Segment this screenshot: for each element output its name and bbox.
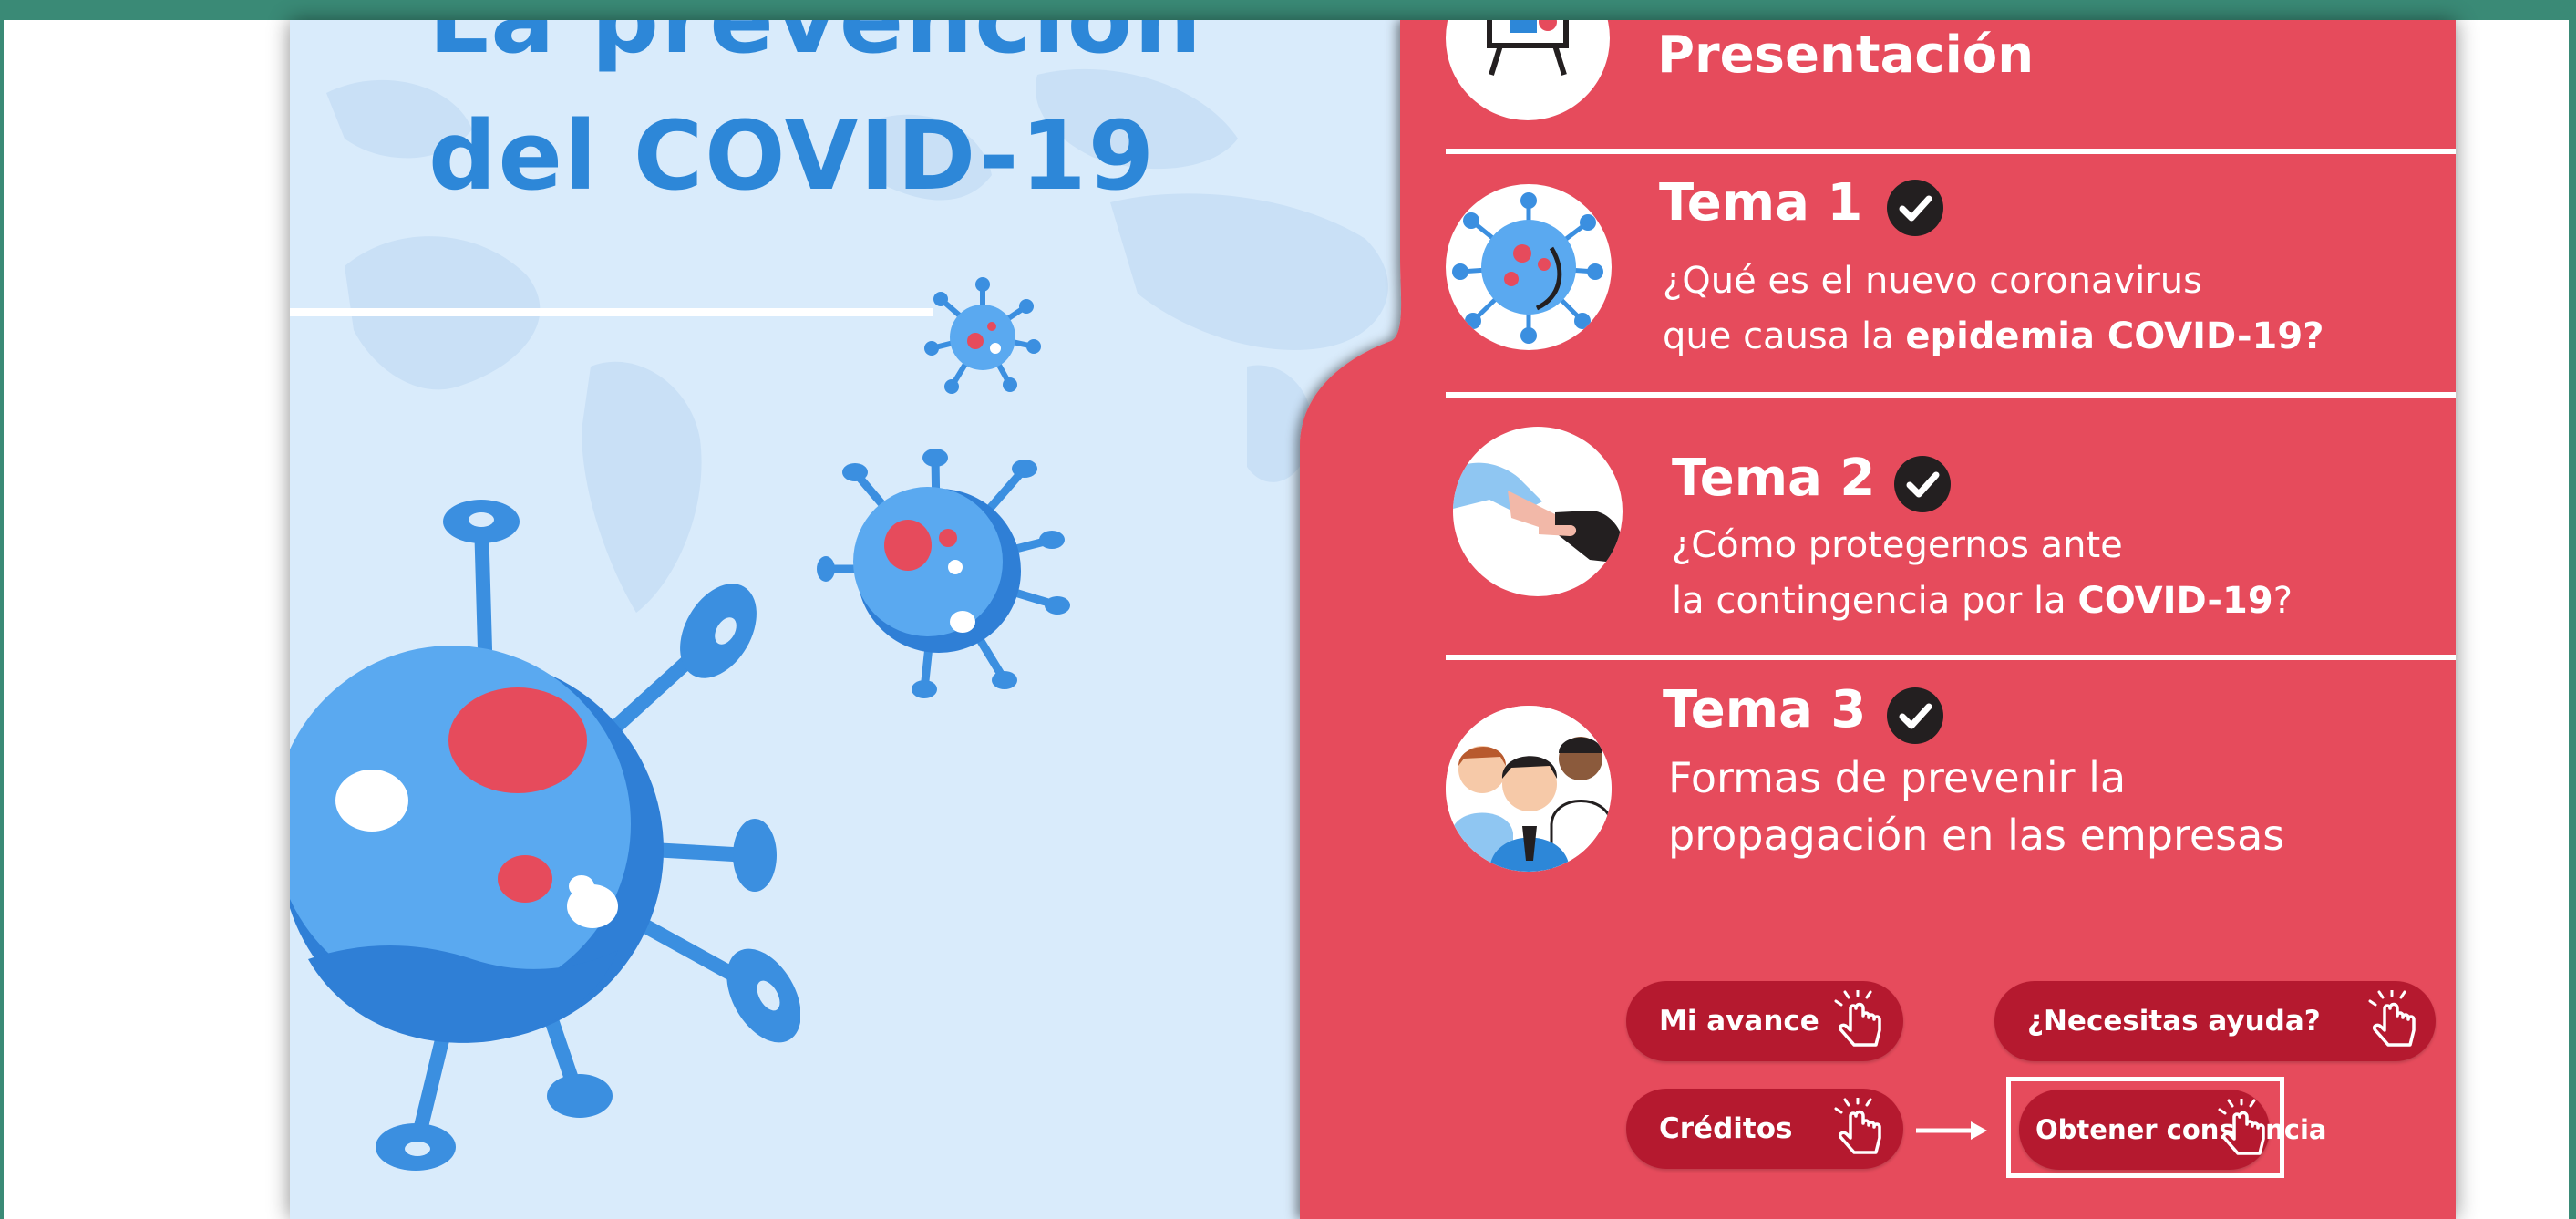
hand-pointer-icon <box>1834 990 1881 1047</box>
topic2-description: ¿Cómo protegernos ante la contingencia p… <box>1672 518 2293 629</box>
check-icon <box>1887 180 1943 236</box>
hand-pointer-icon <box>2368 990 2416 1047</box>
window-top-bar <box>0 0 2576 20</box>
course-menu-panel: Presentación Tema 1 ¿Qué es el nuevo cor… <box>290 20 2456 1219</box>
presentation-label[interactable]: Presentación <box>1657 26 2034 85</box>
topic1-desc-line2-plain: que causa la <box>1663 315 1906 357</box>
topic1-desc-line2-bold: epidemia COVID-19? <box>1905 315 2324 357</box>
menu-divider-2 <box>1446 392 2456 398</box>
topic2-desc-line2-bold: COVID-19 <box>2077 580 2273 622</box>
handshake-icon[interactable] <box>1453 427 1623 596</box>
topic1-desc-line1: ¿Qué es el nuevo coronavirus <box>1663 260 2202 302</box>
topic3-title[interactable]: Tema 3 <box>1663 680 1866 739</box>
check-icon <box>1887 687 1943 744</box>
topic2-title[interactable]: Tema 2 <box>1672 449 1875 508</box>
people-icon[interactable] <box>1446 706 1612 872</box>
topic1-title[interactable]: Tema 1 <box>1659 173 1862 232</box>
window-frame-right <box>2569 0 2576 1219</box>
credits-button[interactable]: Créditos <box>1626 1089 1903 1169</box>
credits-button-label: Créditos <box>1659 1112 1793 1145</box>
menu-divider-3 <box>1446 655 2456 660</box>
topic1-description: ¿Qué es el nuevo coronavirus que causa l… <box>1663 253 2324 365</box>
topic3-desc-line2: propagación en las empresas <box>1668 811 2285 860</box>
topic3-description: Formas de prevenir la propagación en las… <box>1668 749 2284 864</box>
course-menu-slide: La prevención del COVID-19 <box>290 20 2456 1219</box>
arrow-right-icon <box>1916 1121 1987 1140</box>
progress-button[interactable]: Mi avance <box>1626 981 1903 1061</box>
window-frame-left <box>0 0 4 1219</box>
topic1-desc-line2: que causa la epidemia COVID-19? <box>1663 309 2324 365</box>
menu-divider-1 <box>1446 149 2456 154</box>
progress-button-label: Mi avance <box>1659 1005 1819 1038</box>
hand-pointer-icon <box>1834 1098 1881 1154</box>
hand-pointer-icon <box>2218 1099 2265 1155</box>
certificate-button[interactable]: Obtener constancia <box>2019 1090 2326 1170</box>
topic2-desc-line1: ¿Cómo protegernos ante <box>1672 524 2123 566</box>
check-icon <box>1894 456 1951 512</box>
certificate-button-label: Obtener constancia <box>2035 1114 2327 1145</box>
topic2-desc-line2: la contingencia por la COVID-19? <box>1672 573 2293 629</box>
topic2-desc-line2-plain: la contingencia por la <box>1672 580 2078 622</box>
topic3-desc-line1: Formas de prevenir la <box>1668 753 2127 802</box>
topic2-desc-line2-end: ? <box>2272 580 2293 622</box>
help-button[interactable]: ¿Necesitas ayuda? <box>1994 981 2436 1061</box>
virus-icon[interactable] <box>1446 184 1612 350</box>
help-button-label: ¿Necesitas ayuda? <box>2027 1005 2321 1038</box>
